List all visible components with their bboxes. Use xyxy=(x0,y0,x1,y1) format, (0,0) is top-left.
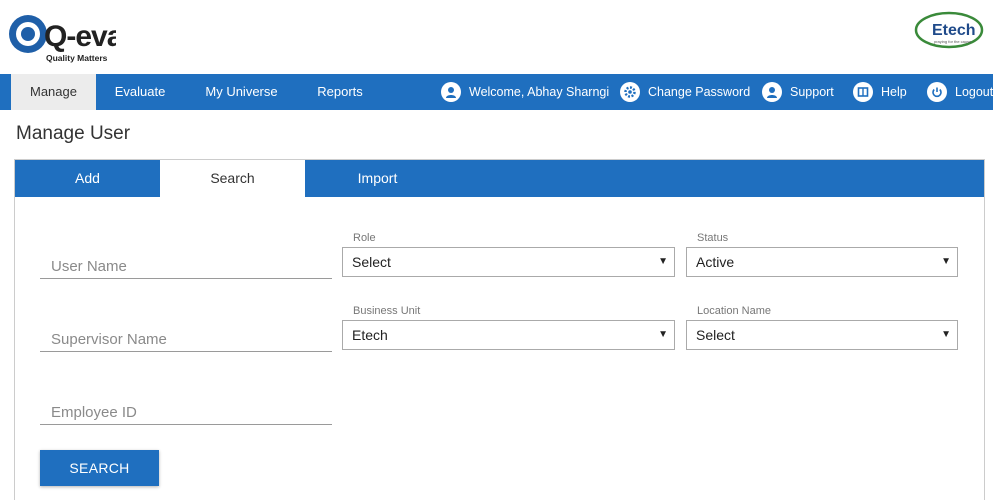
change-password-link[interactable]: Change Password xyxy=(620,74,750,110)
role-select-value: Select xyxy=(352,254,391,270)
help-text: Help xyxy=(881,85,907,99)
status-select[interactable]: Active ▼ xyxy=(686,247,958,277)
nav-manage[interactable]: Manage xyxy=(11,74,96,110)
nav-my-universe[interactable]: My Universe xyxy=(195,74,288,110)
qeval-tagline: Quality Matters xyxy=(46,53,108,63)
gear-icon xyxy=(620,82,640,102)
status-select-value: Active xyxy=(696,254,735,270)
user-name-input[interactable] xyxy=(40,254,332,279)
support-link[interactable]: Support xyxy=(762,74,834,110)
etech-logo-text: Etech xyxy=(932,22,976,39)
etech-logo: Etech praying for the cause xyxy=(914,11,984,49)
user-icon xyxy=(441,82,461,102)
tab-add[interactable]: Add xyxy=(15,160,160,197)
welcome-user[interactable]: Welcome, Abhay Sharngi xyxy=(441,74,609,110)
business-unit-select[interactable]: Etech ▼ xyxy=(342,320,675,350)
qeval-logo[interactable]: Q-eval Quality Matters xyxy=(6,8,116,66)
supervisor-name-input[interactable] xyxy=(40,327,332,352)
status-label: Status xyxy=(697,232,729,244)
employee-id-input[interactable] xyxy=(40,400,332,425)
role-label: Role xyxy=(353,232,376,244)
search-button[interactable]: SEARCH xyxy=(40,450,159,486)
support-user-icon xyxy=(762,82,782,102)
welcome-text: Welcome, Abhay Sharngi xyxy=(469,85,610,99)
chevron-down-icon: ▼ xyxy=(658,329,668,340)
logout-link[interactable]: Logout xyxy=(927,74,993,110)
power-icon xyxy=(927,82,947,102)
page-title: Manage User xyxy=(16,123,131,144)
tab-search[interactable]: Search xyxy=(160,160,305,197)
chevron-down-icon: ▼ xyxy=(658,256,668,267)
tab-bar: Add Search Import xyxy=(15,160,984,197)
role-select[interactable]: Select ▼ xyxy=(342,247,675,277)
logout-text: Logout xyxy=(955,85,993,99)
location-name-select[interactable]: Select ▼ xyxy=(686,320,958,350)
change-password-text: Change Password xyxy=(648,85,751,99)
nav-evaluate[interactable]: Evaluate xyxy=(104,74,176,110)
tab-import[interactable]: Import xyxy=(305,160,450,197)
chevron-down-icon: ▼ xyxy=(941,329,951,340)
chevron-down-icon: ▼ xyxy=(941,256,951,267)
nav-reports[interactable]: Reports xyxy=(307,74,373,110)
business-unit-select-value: Etech xyxy=(352,327,388,343)
app-header: Q-eval Quality Matters Etech praying for… xyxy=(0,0,993,74)
main-navbar: Manage Evaluate My Universe Reports Welc… xyxy=(0,74,993,110)
location-name-label: Location Name xyxy=(697,305,771,317)
etech-tagline: praying for the cause xyxy=(934,39,972,44)
book-icon xyxy=(853,82,873,102)
business-unit-label: Business Unit xyxy=(353,305,421,317)
location-select-value: Select xyxy=(696,327,735,343)
help-link[interactable]: Help xyxy=(853,74,907,110)
qeval-logo-text: Q-eval xyxy=(44,20,116,53)
support-text: Support xyxy=(790,85,834,99)
